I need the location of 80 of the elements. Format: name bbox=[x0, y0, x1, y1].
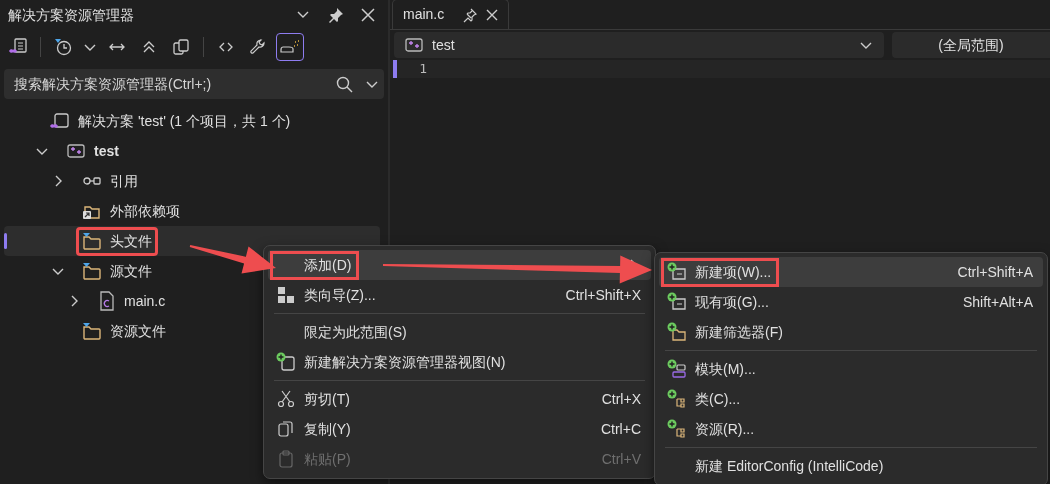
menu-label: 资源(R)... bbox=[695, 419, 755, 439]
menu-item[interactable]: 复制(Y) Ctrl+C bbox=[268, 414, 651, 444]
tree-label: 外部依赖项 bbox=[110, 201, 180, 221]
solution-icon bbox=[50, 112, 70, 130]
shortcut-text: Ctrl+Shift+X bbox=[564, 285, 641, 305]
menu-item[interactable]: 剪切(T) Ctrl+X bbox=[268, 384, 651, 414]
shortcut-text: Ctrl+Shift+A bbox=[956, 262, 1033, 282]
scope-dropdown[interactable]: (全局范围) bbox=[892, 32, 1050, 58]
new-module-icon bbox=[667, 359, 687, 379]
c-file-icon bbox=[98, 291, 116, 311]
search-box[interactable]: 搜索解决方案资源管理器(Ctrl+;) bbox=[4, 69, 384, 99]
new-item-icon bbox=[667, 292, 687, 312]
tree-item[interactable]: 外部依赖项 bbox=[4, 196, 380, 226]
menu-item[interactable]: 模块(M)... bbox=[659, 354, 1043, 384]
search-field[interactable]: 搜索解决方案资源管理器(Ctrl+;) bbox=[12, 72, 334, 96]
menu-label: 新建项(W)... bbox=[695, 262, 772, 282]
tree-label: 资源文件 bbox=[110, 321, 166, 341]
scissors-icon bbox=[277, 390, 295, 408]
menu-label: 类向导(Z)... bbox=[304, 285, 376, 305]
menu-item[interactable]: 新建 EditorConfig (IntelliCode) bbox=[659, 451, 1043, 481]
pin-icon bbox=[327, 6, 345, 24]
tree-label: main.c bbox=[124, 291, 166, 311]
new-view-icon bbox=[276, 352, 296, 372]
menu-label: 新建解决方案资源管理器视图(N) bbox=[304, 352, 506, 372]
clock-icon bbox=[54, 38, 72, 56]
menu-label: 新建筛选器(F) bbox=[695, 322, 783, 342]
folder-icon bbox=[82, 232, 102, 250]
menu-label: 粘贴(P) bbox=[304, 449, 351, 469]
wrench-icon bbox=[249, 38, 267, 56]
tree-label: 头文件 bbox=[110, 231, 152, 251]
menu-item[interactable]: 新建项(W)... Ctrl+Shift+A bbox=[659, 257, 1043, 287]
folder-icon bbox=[82, 262, 102, 280]
menu-label: 现有项(G)... bbox=[695, 292, 769, 312]
toolbar-button[interactable] bbox=[276, 33, 304, 61]
menu-item[interactable]: 类(C)... bbox=[659, 384, 1043, 414]
new-folder-icon bbox=[667, 322, 687, 342]
menu-label: 添加(D) bbox=[304, 255, 352, 275]
line-number: 1 bbox=[418, 60, 427, 79]
shortcut-text: Ctrl+X bbox=[600, 389, 641, 409]
menu-label: 新建 EditorConfig (IntelliCode) bbox=[695, 456, 884, 476]
project-icon bbox=[404, 36, 424, 54]
tree-label: 引用 bbox=[110, 171, 138, 191]
shortcut-text: Shift+Alt+A bbox=[961, 292, 1033, 312]
new-item-icon bbox=[667, 262, 687, 282]
menu-label: 复制(Y) bbox=[304, 419, 351, 439]
brush-icon bbox=[279, 38, 301, 56]
copy-icon bbox=[277, 420, 295, 438]
tree-label: 解决方案 'test' (1 个项目，共 1 个) bbox=[78, 111, 291, 131]
menu-item[interactable]: 资源(R)... bbox=[659, 414, 1043, 444]
tree-label: 源文件 bbox=[110, 261, 152, 281]
shortcut-text: Ctrl+C bbox=[599, 419, 641, 439]
menu-item[interactable]: 现有项(G)... Shift+Alt+A bbox=[659, 287, 1043, 317]
new-class-icon bbox=[667, 389, 687, 409]
menu-label: 类(C)... bbox=[695, 389, 741, 409]
dropdown-value: test bbox=[432, 35, 455, 55]
copies-icon bbox=[172, 38, 190, 56]
shortcut-text: Ctrl+V bbox=[600, 449, 641, 469]
close-icon bbox=[359, 6, 377, 24]
tree-item[interactable]: 引用 bbox=[4, 166, 380, 196]
tree-item[interactable]: test bbox=[4, 136, 380, 166]
panel-title: 解决方案资源管理器 bbox=[8, 5, 134, 25]
tree-label: test bbox=[94, 141, 119, 161]
editor-tab[interactable]: main.c bbox=[392, 0, 510, 29]
project-icon bbox=[66, 142, 86, 160]
menu-item[interactable]: 新建解决方案资源管理器视图(N) bbox=[268, 347, 651, 377]
grid-icon bbox=[277, 286, 295, 304]
folder-icon bbox=[82, 322, 102, 340]
views-icon bbox=[9, 38, 27, 56]
new-class-icon bbox=[667, 419, 687, 439]
menu-label: 剪切(T) bbox=[304, 389, 350, 409]
clipboard-icon bbox=[277, 450, 295, 468]
menu-item[interactable]: 新建筛选器(F) bbox=[659, 317, 1043, 347]
tree-item[interactable]: 解决方案 'test' (1 个项目，共 1 个) bbox=[4, 106, 380, 136]
project-dropdown[interactable]: test bbox=[394, 32, 884, 58]
menu-item[interactable]: 类向导(Z)... Ctrl+Shift+X bbox=[268, 280, 651, 310]
tab-label: main.c bbox=[403, 5, 445, 24]
menu-label: 限定为此范围(S) bbox=[304, 322, 407, 342]
menu-item[interactable]: 限定为此范围(S) bbox=[268, 317, 651, 347]
menu-label: 模块(M)... bbox=[695, 359, 756, 379]
pin-icon bbox=[462, 6, 479, 23]
